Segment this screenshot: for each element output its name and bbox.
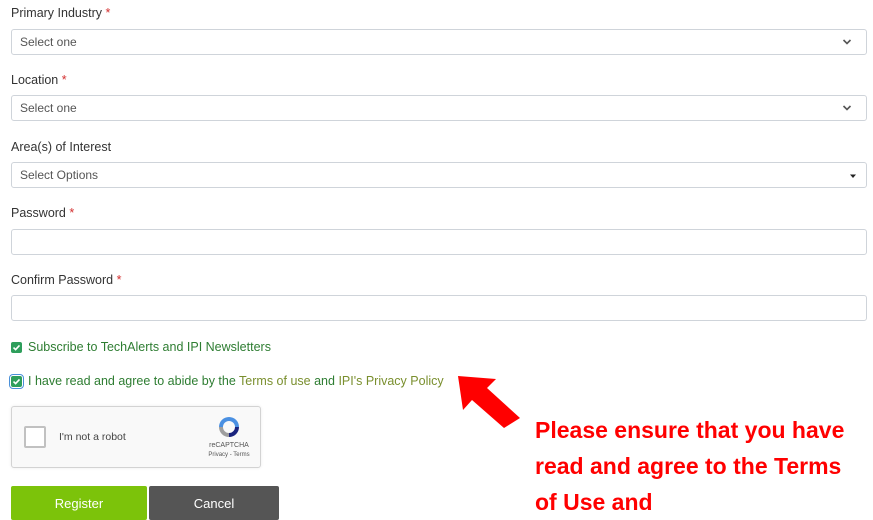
required-mark: * (69, 206, 75, 220)
areas-of-interest-value: Select Options (20, 168, 99, 182)
primary-industry-select[interactable]: Select one (11, 29, 867, 55)
cancel-button[interactable]: Cancel (149, 486, 279, 520)
agree-conjunction: and (314, 374, 335, 388)
location-value: Select one (20, 101, 77, 115)
password-label: Password * (11, 206, 75, 220)
primary-industry-label: Primary Industry * (11, 6, 111, 20)
recaptcha-privacy-terms[interactable]: Privacy - Terms (202, 452, 256, 458)
primary-industry-value: Select one (20, 35, 77, 49)
location-label: Location * (11, 73, 67, 87)
check-icon (12, 344, 21, 351)
privacy-policy-link[interactable]: IPI's Privacy Policy (338, 374, 443, 388)
arrow-icon (458, 376, 520, 428)
location-select[interactable]: Select one (11, 95, 867, 121)
terms-of-use-link[interactable]: Terms of use (239, 374, 311, 388)
subscribe-checkbox-row[interactable]: Subscribe to TechAlerts and IPI Newslett… (11, 340, 271, 354)
agree-checkbox[interactable] (9, 373, 24, 389)
chevron-down-icon (842, 105, 852, 111)
register-button[interactable]: Register (11, 486, 147, 520)
agree-checkbox-row[interactable]: I have read and agree to abide by the Te… (9, 373, 444, 389)
required-mark: * (116, 273, 122, 287)
agree-label: I have read and agree to abide by the Te… (28, 374, 444, 388)
check-icon (12, 378, 21, 385)
subscribe-label: Subscribe to TechAlerts and IPI Newslett… (28, 340, 271, 354)
recaptcha-logo-icon (219, 417, 239, 437)
recaptcha-widget: I'm not a robot reCAPTCHA Privacy - Term… (11, 406, 261, 468)
required-mark: * (61, 73, 67, 87)
recaptcha-label: I'm not a robot (59, 431, 126, 443)
subscribe-checkbox[interactable] (11, 341, 22, 353)
recaptcha-checkbox[interactable] (24, 426, 46, 448)
annotation-text: Please ensure that you have read and agr… (535, 417, 845, 515)
confirm-password-label: Confirm Password * (11, 273, 122, 287)
chevron-down-icon (842, 39, 852, 45)
password-input[interactable] (11, 229, 867, 255)
confirm-password-input[interactable] (11, 295, 867, 321)
agree-prefix: I have read and agree to abide by the (28, 374, 236, 388)
caret-down-icon (850, 174, 856, 178)
areas-of-interest-label: Area(s) of Interest (11, 140, 112, 154)
required-mark: * (105, 6, 111, 20)
recaptcha-brand: reCAPTCHA (209, 442, 249, 449)
areas-of-interest-multiselect[interactable]: Select Options (11, 162, 867, 188)
